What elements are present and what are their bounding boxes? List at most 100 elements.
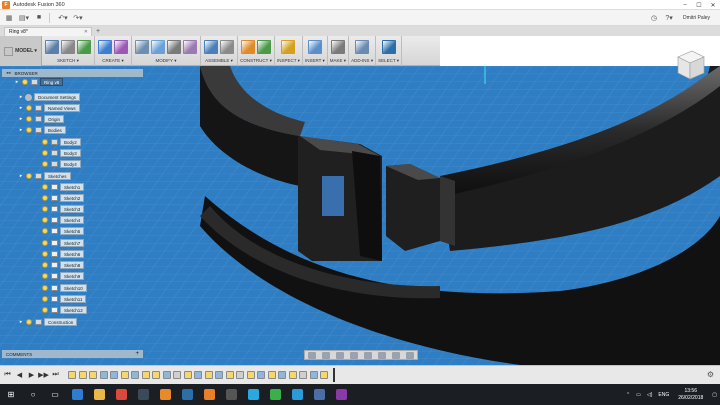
timeline-feature[interactable] — [183, 371, 192, 379]
timeline-feature[interactable] — [89, 371, 97, 379]
explorer-icon[interactable] — [88, 384, 110, 405]
toolbar-group-9[interactable]: SELECT ▾ — [376, 36, 403, 66]
toolbar-tool-icon[interactable] — [220, 39, 234, 54]
start-button[interactable]: ⊞ — [0, 384, 22, 405]
toolbar-tool-icon[interactable] — [114, 39, 128, 54]
timeline-feature[interactable] — [141, 371, 150, 379]
timeline-feature[interactable] — [320, 371, 328, 379]
toolbar-tool-icon[interactable] — [307, 39, 322, 54]
timeline-settings-icon[interactable]: ⚙ — [707, 370, 714, 379]
browser-node[interactable]: ▸ Sketches — [18, 171, 71, 181]
browser-node[interactable]: ▸ Ring v8 — [14, 77, 64, 87]
browser-node[interactable]: Sketch7 — [34, 238, 85, 248]
visibility-bulb-icon[interactable] — [42, 150, 48, 156]
expand-arrow-icon[interactable]: ▸ — [18, 94, 24, 100]
toolbar-tool-icon[interactable] — [281, 39, 296, 54]
close-window-button[interactable]: ✕ — [706, 0, 720, 10]
browser-node[interactable]: Sketch2 — [34, 193, 85, 203]
timeline-last-button[interactable]: ⏭ — [51, 371, 60, 380]
timeline-feature[interactable] — [194, 371, 202, 379]
timeline-feature[interactable] — [68, 371, 76, 379]
toolbar-group-label[interactable]: ASSEMBLE ▾ — [205, 58, 233, 64]
toolbar-tool-icon[interactable] — [77, 39, 91, 54]
toolbar-group-6[interactable]: INSERT ▾ — [303, 36, 328, 66]
timeline-feature[interactable] — [162, 371, 171, 379]
calculator-icon[interactable] — [220, 384, 242, 405]
visibility-bulb-icon[interactable] — [42, 195, 48, 201]
toolbar-tool-icon[interactable] — [135, 39, 149, 54]
visibility-bulb-icon[interactable] — [42, 273, 48, 279]
visibility-bulb-icon[interactable] — [42, 285, 48, 291]
toolbar-tool-icon[interactable] — [167, 39, 181, 54]
expand-arrow-icon[interactable]: ▸ — [18, 127, 24, 133]
pan-icon[interactable] — [336, 351, 344, 359]
browser-node[interactable]: ▸ Named Views — [18, 103, 80, 113]
browser-node[interactable]: Body3 — [34, 148, 81, 158]
taskbar-clock[interactable]: 13:56 26/02/2018 — [678, 388, 703, 402]
visibility-bulb-icon[interactable] — [42, 184, 48, 190]
toolbar-group-label[interactable]: CONSTRUCT ▾ — [240, 58, 272, 64]
timeline-feature[interactable] — [288, 371, 297, 379]
browser-node[interactable]: Sketch1 — [34, 182, 85, 192]
expand-arrow-icon[interactable]: ▸ — [14, 79, 20, 85]
photoshop-icon[interactable] — [176, 384, 198, 405]
timeline-marker[interactable] — [332, 368, 335, 382]
close-tab-icon[interactable]: ✕ — [84, 29, 88, 35]
timeline-feature[interactable] — [99, 371, 108, 379]
steam-icon[interactable] — [132, 384, 154, 405]
browser-node[interactable]: Sketch3 — [34, 204, 85, 214]
timeline-feature[interactable] — [78, 371, 87, 379]
volume-icon[interactable]: ◁) — [647, 392, 653, 398]
help-question-icon[interactable]: ?▾ — [663, 12, 675, 24]
toolbar-tool-icon[interactable] — [98, 39, 112, 54]
toolbar-tool-icon[interactable] — [241, 39, 255, 54]
toolbar-tool-icon[interactable] — [381, 39, 396, 54]
onenote-icon[interactable] — [330, 384, 352, 405]
user-account-menu[interactable]: Dmitri Paley — [683, 15, 710, 21]
timeline-feature[interactable] — [267, 371, 276, 379]
visibility-bulb-icon[interactable] — [42, 139, 48, 145]
language-indicator[interactable]: ENG — [658, 392, 669, 398]
expand-arrow-icon[interactable]: ▸ — [18, 319, 24, 325]
browser-node[interactable]: Sketch6 — [34, 249, 85, 259]
job-status-clock-icon[interactable]: ◷ — [648, 12, 660, 24]
toolbar-group-label[interactable]: INSPECT ▾ — [277, 58, 300, 64]
visibility-bulb-icon[interactable] — [26, 319, 32, 325]
skype-icon[interactable] — [242, 384, 264, 405]
viewport-canvas[interactable] — [0, 66, 720, 365]
vlc-icon[interactable] — [154, 384, 176, 405]
task-view-icon[interactable]: ▭ — [44, 384, 66, 405]
toolbar-group-3[interactable]: ASSEMBLE ▾ — [201, 36, 238, 66]
tray-chevron-icon[interactable]: ⌃ — [626, 392, 630, 398]
new-tab-button[interactable]: + — [96, 27, 100, 36]
browser-node[interactable]: ▸ Origin — [18, 114, 65, 124]
orbit-icon[interactable] — [308, 351, 316, 359]
add-comment-icon[interactable]: + — [135, 350, 139, 358]
timeline-play-button[interactable]: ▶ — [27, 371, 36, 380]
browser-node[interactable]: Sketch5 — [34, 226, 85, 236]
visibility-bulb-icon[interactable] — [42, 296, 48, 302]
timeline-feature[interactable] — [257, 371, 265, 379]
timeline-feature[interactable] — [225, 371, 234, 379]
browser-node[interactable]: ▸ Construction — [18, 317, 78, 327]
toolbar-tool-icon[interactable] — [330, 39, 345, 54]
network-icon[interactable]: ▭ — [636, 392, 641, 398]
toolbar-tool-icon[interactable] — [61, 39, 75, 54]
collapse-arrows-icon[interactable]: ◂◂ — [6, 70, 11, 76]
mail-icon[interactable] — [308, 384, 330, 405]
browser-node[interactable]: Sketch9 — [34, 271, 85, 281]
toolbar-tool-icon[interactable] — [151, 39, 165, 54]
toolbar-group-label[interactable]: INSERT ▾ — [305, 58, 325, 64]
viewports-icon[interactable] — [406, 351, 414, 359]
toolbar-group-8[interactable]: ADD-INS ▾ — [349, 36, 377, 66]
timeline-next-button[interactable]: ▶▶ — [38, 371, 49, 380]
visibility-bulb-icon[interactable] — [42, 262, 48, 268]
toolbar-group-label[interactable]: ADD-INS ▾ — [351, 58, 373, 64]
timeline-feature[interactable] — [173, 371, 181, 379]
toolbar-group-7[interactable]: MAKE ▾ — [328, 36, 350, 66]
timeline-feature[interactable] — [246, 371, 255, 379]
toolbar-tool-icon[interactable] — [355, 39, 370, 54]
timeline-feature[interactable] — [204, 371, 213, 379]
toolbar-group-label[interactable]: SKETCH ▾ — [57, 58, 79, 64]
browser-node[interactable]: Body4 — [34, 159, 81, 169]
